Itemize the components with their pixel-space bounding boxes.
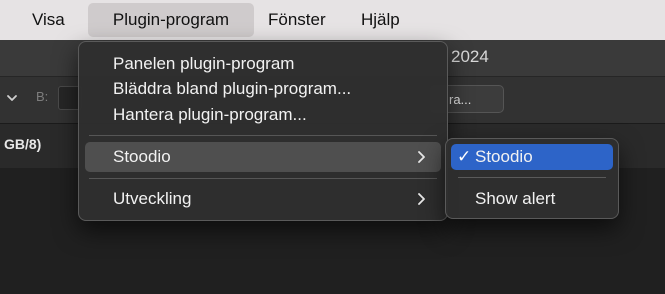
plugin-program-menu: Panelen plugin-program Bläddra bland plu…	[78, 41, 448, 221]
menu-hjalp[interactable]: Hjälp	[361, 0, 400, 40]
submenu-separator	[458, 177, 606, 178]
menu-item-bladdra-plugin-program[interactable]: Bläddra bland plugin-program...	[113, 78, 351, 100]
menu-visa[interactable]: Visa	[32, 0, 65, 40]
menu-item-stoodio[interactable]: Stoodio	[113, 146, 171, 168]
menu-item-panelen-plugin-program[interactable]: Panelen plugin-program	[113, 53, 294, 75]
menu-item-hantera-plugin-program[interactable]: Hantera plugin-program...	[113, 104, 307, 126]
checkmark-icon: ✓	[457, 147, 472, 166]
menu-fonster[interactable]: Fönster	[268, 0, 326, 40]
document-tab-label[interactable]: GB/8)	[4, 136, 41, 152]
menu-separator	[89, 178, 437, 179]
submenu-item-show-alert[interactable]: Show alert	[475, 188, 555, 210]
options-field-label: B:	[36, 89, 49, 104]
chevron-right-icon	[416, 146, 428, 168]
document-title-fragment: 2024	[451, 47, 489, 66]
chevron-right-icon	[416, 188, 428, 210]
menu-item-utveckling[interactable]: Utveckling	[113, 188, 191, 210]
menu-plugin-program[interactable]: Plugin-program	[88, 3, 254, 37]
submenu-item-stoodio[interactable]: Stoodio	[475, 146, 533, 168]
chevron-down-icon[interactable]	[6, 88, 22, 108]
menu-separator	[89, 135, 437, 136]
menu-bar: Visa Plugin-program Fönster Hjälp	[0, 0, 665, 40]
stoodio-submenu: ✓ Stoodio Show alert	[445, 138, 619, 219]
